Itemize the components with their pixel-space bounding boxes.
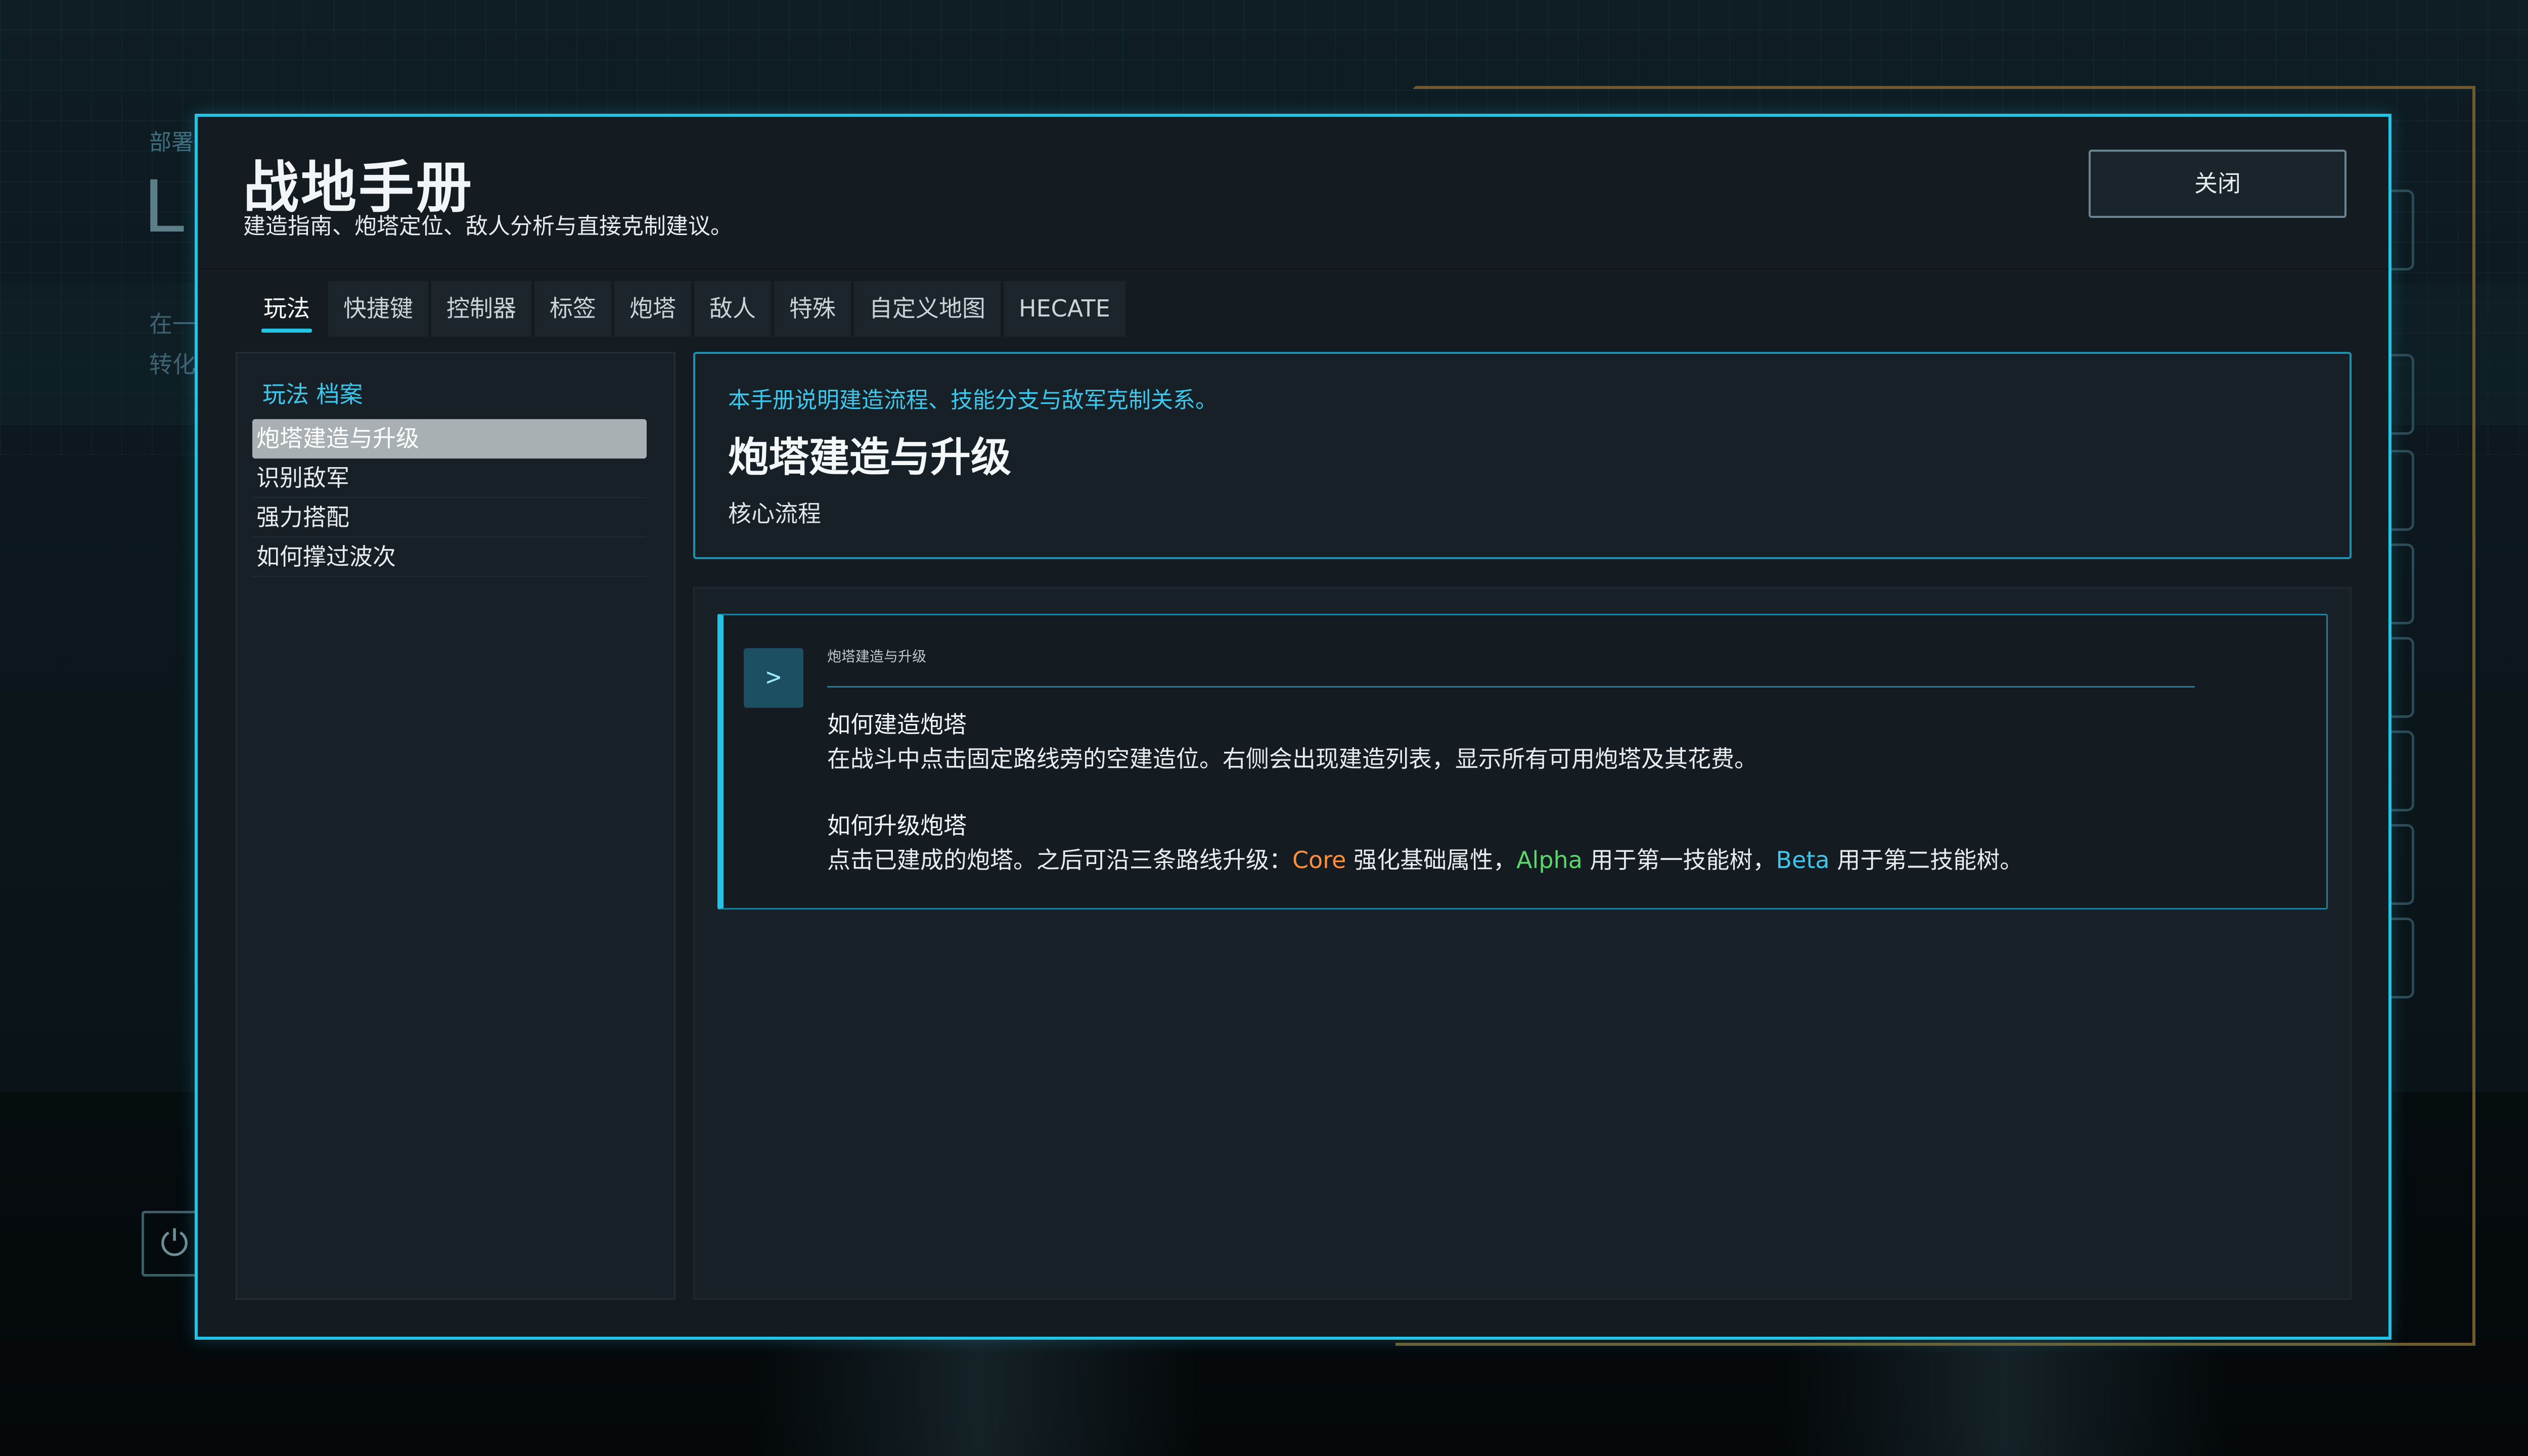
manual-intro: 本手册说明建造流程、技能分支与敌军克制关系。 xyxy=(728,387,1217,413)
sidebar-item-identify-enemies[interactable]: 识别敌军 xyxy=(252,459,647,498)
section-text-upgrade: 点击已建成的炮塔。之后可沿三条路线升级：Core 强化基础属性，Alpha 用于… xyxy=(827,842,2023,875)
tab-tags[interactable]: 标签 xyxy=(534,281,611,337)
keyword-beta: Beta xyxy=(1776,846,1830,874)
entry-card: > 炮塔建造与升级 如何建造炮塔 在战斗中点击固定路线旁的空建造位。右侧会出现建… xyxy=(717,614,2328,909)
sidebar-list: 炮塔建造与升级 识别敌军 强力搭配 如何撑过波次 xyxy=(252,419,647,577)
section-heading-upgrade: 如何升级炮塔 xyxy=(827,812,967,839)
keyword-core: Core xyxy=(1292,846,1346,874)
tab-enemies[interactable]: 敌人 xyxy=(694,281,771,337)
tab-controller[interactable]: 控制器 xyxy=(431,281,531,337)
keyword-alpha: Alpha xyxy=(1516,846,1583,874)
tab-bar: 玩法 快捷键 控制器 标签 炮塔 敌人 特殊 自定义地图 HECATE xyxy=(248,281,1125,337)
tab-custom-map[interactable]: 自定义地图 xyxy=(854,281,1001,337)
sidebar: 玩法 档案 炮塔建造与升级 识别敌军 强力搭配 如何撑过波次 xyxy=(236,352,675,1300)
entry-label: 炮塔建造与升级 xyxy=(827,648,927,665)
field-manual-modal: 战地手册 建造指南、炮塔定位、敌人分析与直接克制建议。 关闭 玩法 快捷键 控制… xyxy=(195,114,2391,1340)
alpha-description: 用于第一技能树， xyxy=(1582,846,1776,874)
sidebar-item-turret-build-upgrade[interactable]: 炮塔建造与升级 xyxy=(252,419,647,459)
sidebar-item-strong-combos[interactable]: 强力搭配 xyxy=(252,498,647,537)
background-description-line: 转化 xyxy=(149,351,196,378)
topic-subtitle: 核心流程 xyxy=(728,500,821,527)
background-floor xyxy=(758,1340,2225,1456)
beta-description: 用于第二技能树。 xyxy=(1829,846,2023,874)
modal-subtitle: 建造指南、炮塔定位、敌人分析与直接克制建议。 xyxy=(243,213,733,239)
close-button[interactable]: 关闭 xyxy=(2089,150,2346,218)
sidebar-item-survive-waves[interactable]: 如何撑过波次 xyxy=(252,537,647,577)
background-deploy-label: 部署 xyxy=(149,129,194,155)
background-description-line: 在一 xyxy=(149,310,196,338)
tab-hotkeys[interactable]: 快捷键 xyxy=(328,281,428,337)
topic-header-card: 本手册说明建造流程、技能分支与敌军克制关系。 炮塔建造与升级 核心流程 xyxy=(693,352,2352,559)
tab-special[interactable]: 特殊 xyxy=(774,281,851,337)
background-level-title: L xyxy=(144,163,190,248)
section-heading-build: 如何建造炮塔 xyxy=(827,711,967,738)
tab-hecate[interactable]: HECATE xyxy=(1004,281,1125,337)
header-divider xyxy=(198,268,2388,269)
upgrade-text-prefix: 点击已建成的炮塔。之后可沿三条路线升级： xyxy=(827,846,1292,874)
entry-divider xyxy=(827,686,2195,688)
core-description: 强化基础属性， xyxy=(1346,846,1517,874)
section-text-build: 在战斗中点击固定路线旁的空建造位。右侧会出现建造列表，显示所有可用炮塔及其花费。 xyxy=(827,745,1757,772)
chevron-right-icon: > xyxy=(744,648,803,708)
content-panel: > 炮塔建造与升级 如何建造炮塔 在战斗中点击固定路线旁的空建造位。右侧会出现建… xyxy=(693,587,2352,1300)
sidebar-heading: 玩法 档案 xyxy=(262,381,363,408)
topic-title: 炮塔建造与升级 xyxy=(728,434,1011,481)
tab-turrets[interactable]: 炮塔 xyxy=(614,281,691,337)
tab-gameplay[interactable]: 玩法 xyxy=(248,281,325,337)
